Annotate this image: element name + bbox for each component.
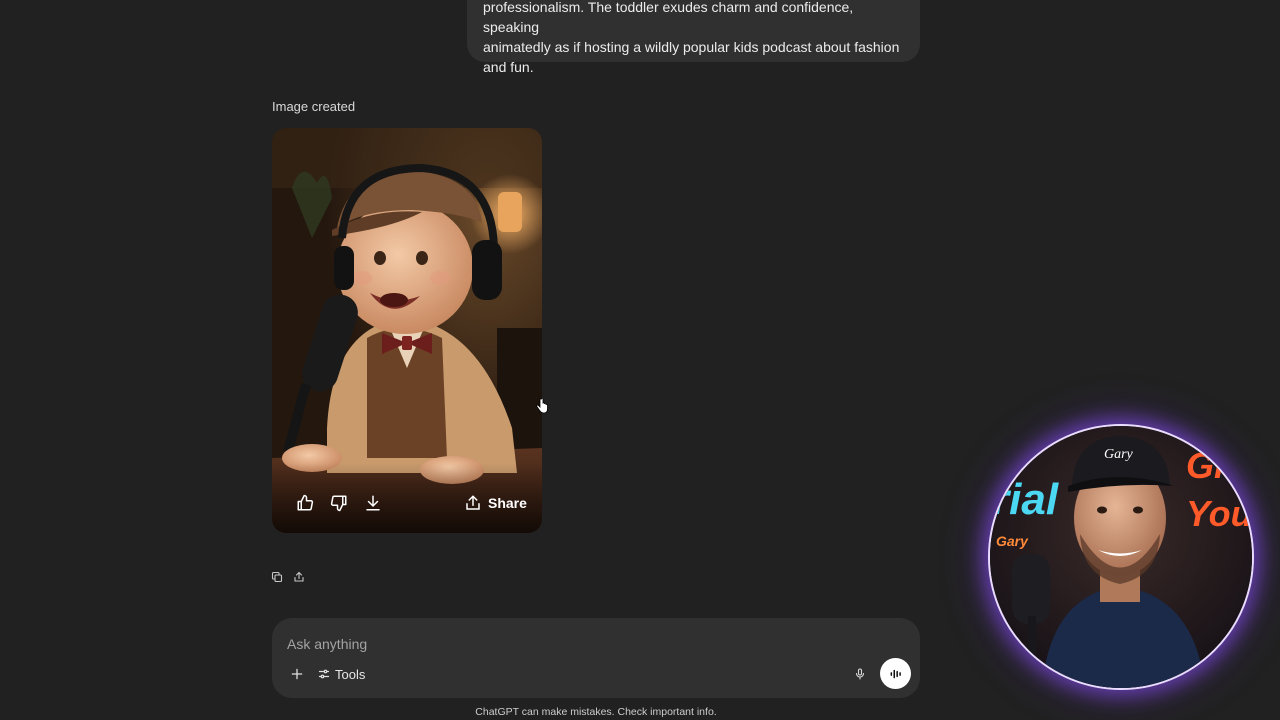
voice-mode-icon: [890, 669, 901, 678]
neon-sign-right-2: You: [1186, 493, 1252, 534]
tools-button[interactable]: Tools: [318, 665, 365, 683]
plus-icon: [291, 668, 303, 680]
user-message-line: and fun.: [483, 59, 534, 75]
share-label: Share: [488, 495, 527, 511]
neon-sign-right-1: Gr: [1186, 445, 1230, 486]
disclaimer-text: ChatGPT can make mistakes. Check importa…: [475, 706, 717, 718]
message-actions: [270, 570, 306, 584]
cap-logo-text: Gary: [1104, 447, 1134, 462]
add-attachment-button[interactable]: [288, 665, 306, 683]
user-message-line: professionalism. The toddler exudes char…: [483, 0, 854, 35]
message-share-button[interactable]: [292, 570, 306, 584]
thumbs-up-icon: [297, 494, 314, 511]
composer: Tools: [272, 618, 920, 698]
dictate-button[interactable]: [852, 666, 868, 682]
share-icon: [466, 495, 480, 510]
thumbs-up-button[interactable]: [295, 494, 315, 512]
copy-icon: [271, 571, 283, 583]
prompt-input[interactable]: [287, 634, 847, 654]
user-message-line: animatedly as if hosting a wildly popula…: [483, 39, 900, 55]
thumbs-down-icon: [330, 495, 347, 512]
generated-image[interactable]: [272, 128, 542, 533]
microphone-icon: [855, 668, 865, 680]
tools-label: Tools: [335, 666, 366, 682]
user-message-bubble: professionalism. The toddler exudes char…: [467, 0, 920, 75]
webcam-overlay: rial Gary Gr You Gary: [988, 424, 1254, 690]
share-icon: [294, 571, 304, 582]
copy-button[interactable]: [270, 570, 284, 584]
image-created-label: Image created: [272, 99, 356, 114]
neon-sign-left: rial: [992, 475, 1059, 524]
image-share-button[interactable]: Share: [464, 491, 527, 515]
voice-mode-button[interactable]: [880, 658, 911, 689]
download-icon: [366, 495, 380, 511]
thumbs-down-button[interactable]: [329, 494, 349, 512]
hand-cursor-icon: [536, 397, 548, 414]
sliders-icon: [318, 669, 330, 679]
neon-sign-left-small: Gary: [996, 533, 1029, 549]
download-button[interactable]: [363, 494, 383, 512]
